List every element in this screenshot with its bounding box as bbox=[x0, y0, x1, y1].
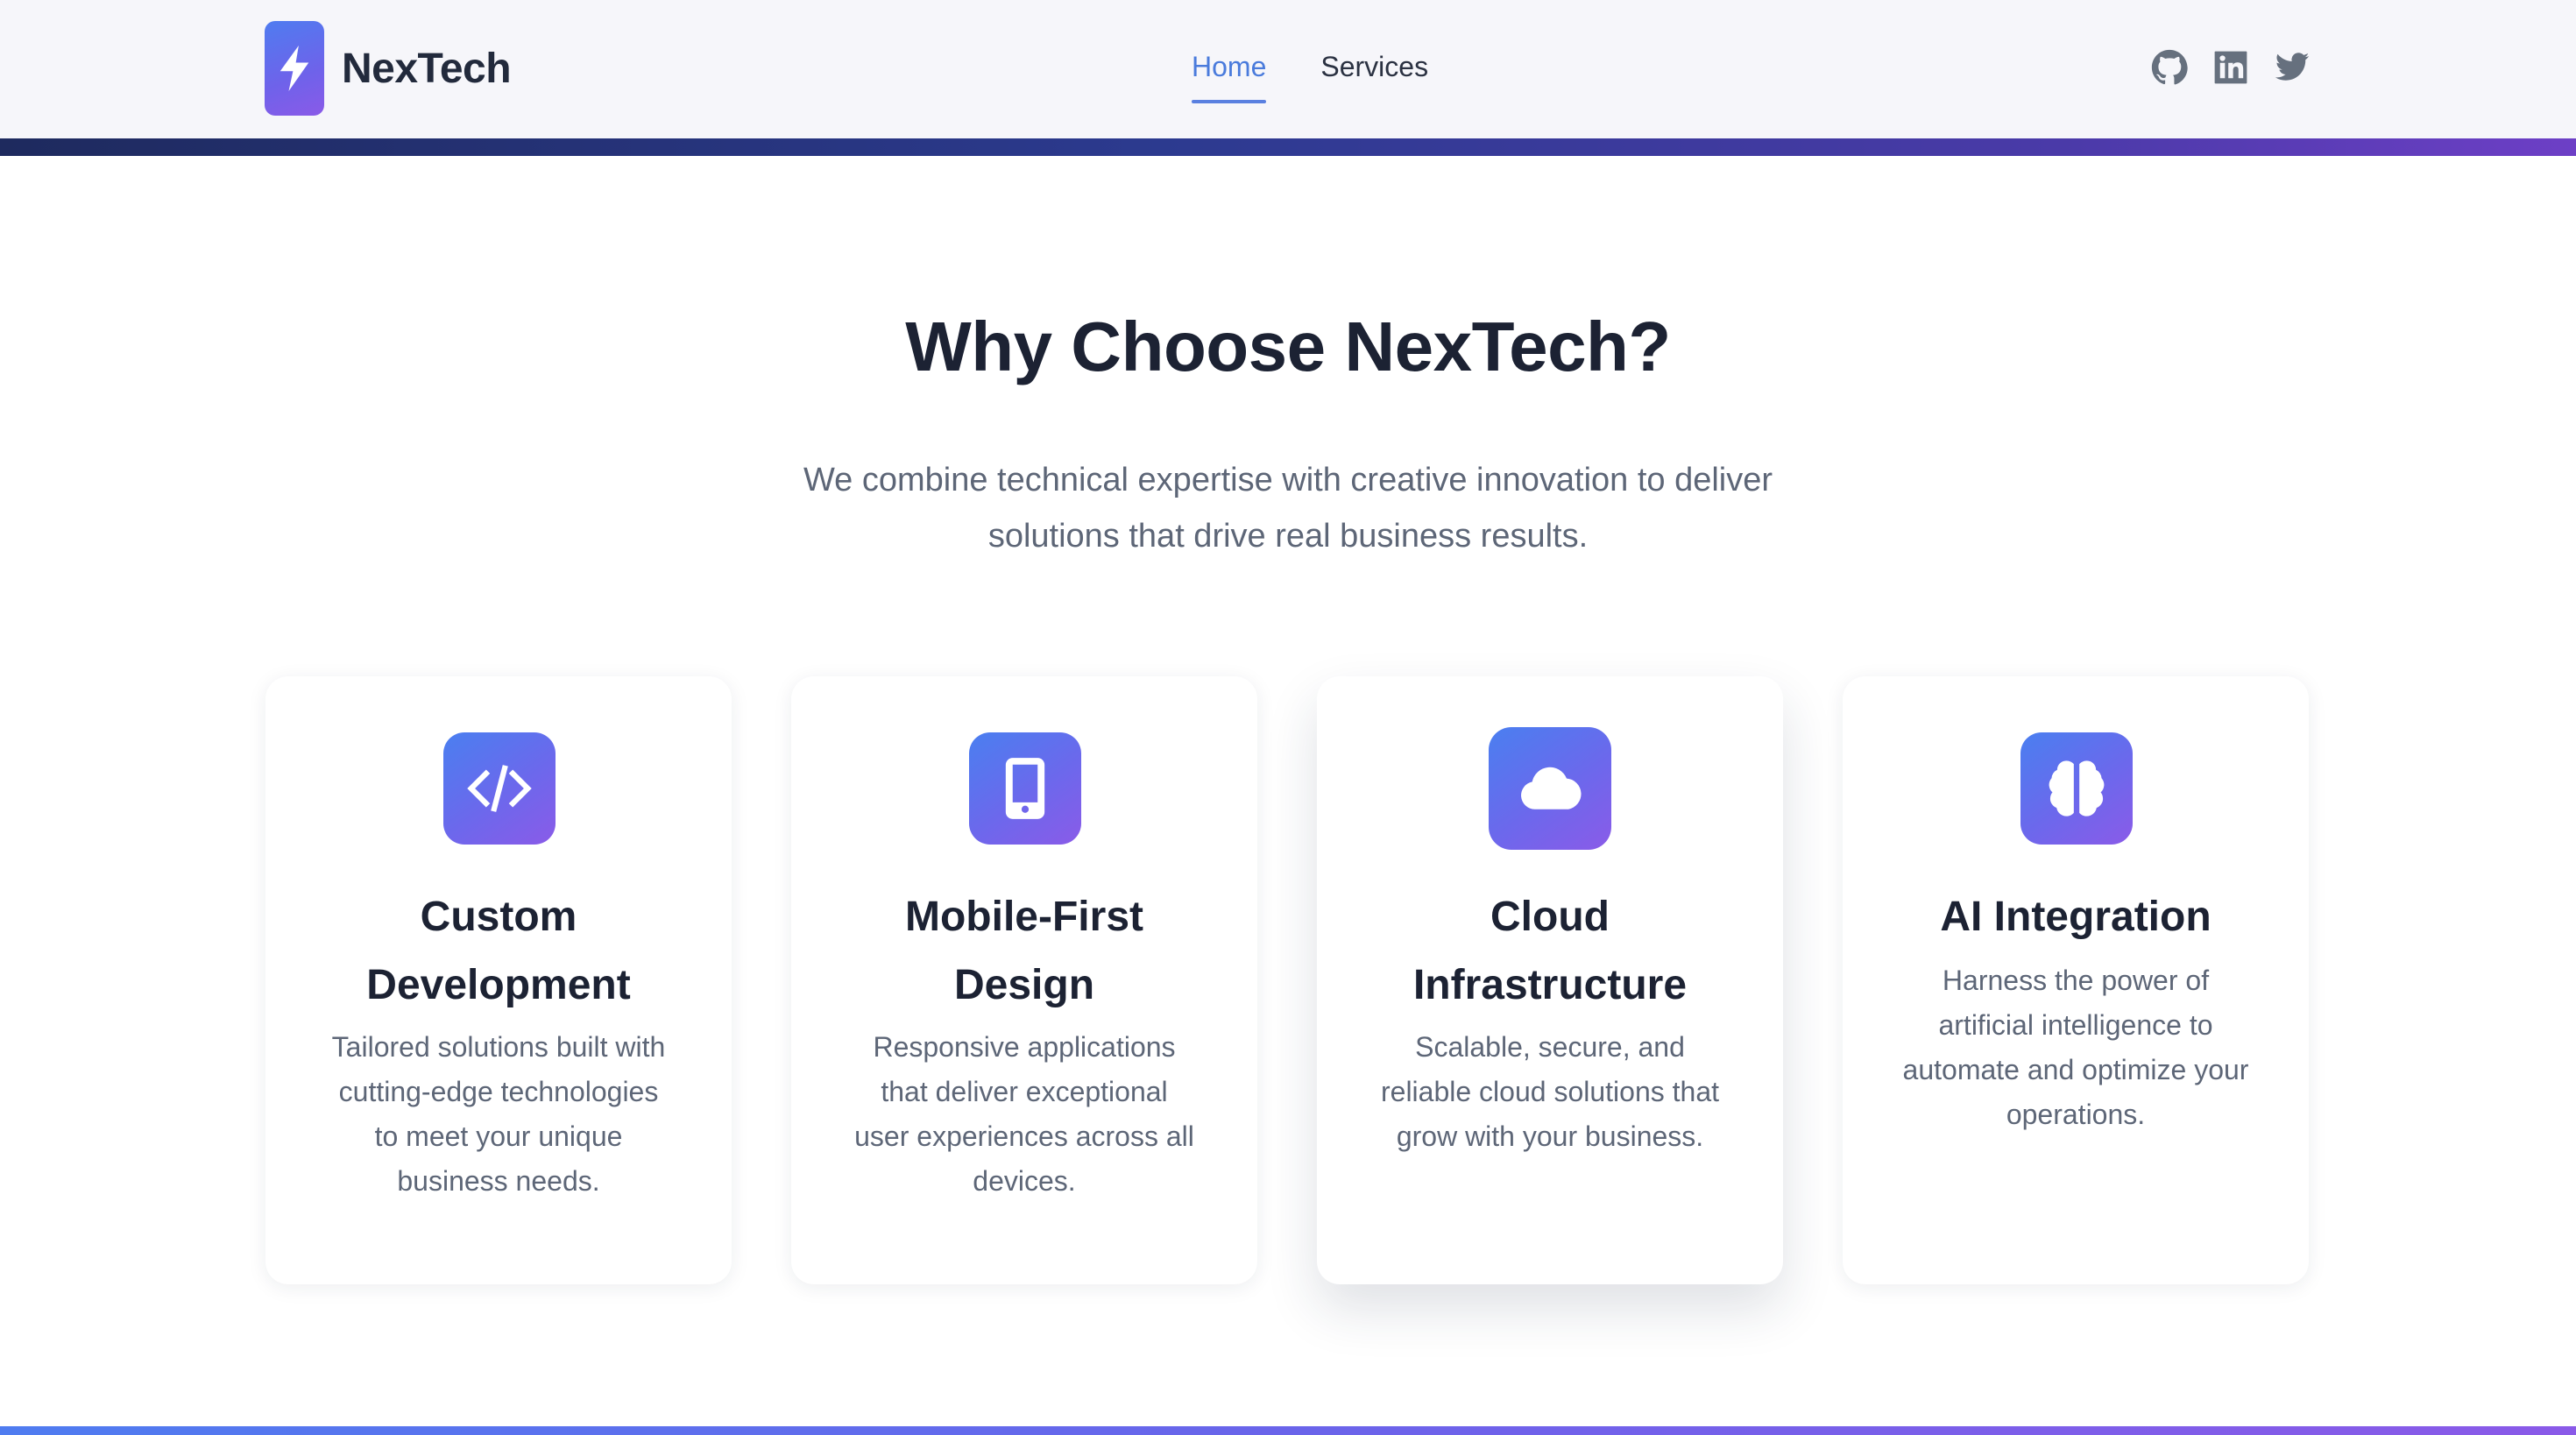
section-title: Why Choose NexTech? bbox=[905, 308, 1671, 385]
social-links bbox=[2151, 47, 2311, 88]
section-subtitle: We combine technical expertise with crea… bbox=[762, 452, 1814, 564]
card-desc-line: automate and optimize your bbox=[1902, 1054, 2249, 1085]
card-title-line: Mobile-First bbox=[905, 894, 1143, 940]
site-header: NexTech Home Services bbox=[0, 0, 2576, 138]
brain-icon bbox=[2020, 732, 2133, 845]
page: NexTech Home Services Why Choose NexTech… bbox=[0, 0, 2576, 1435]
logo[interactable]: NexTech bbox=[265, 20, 512, 117]
card-desc-line: to meet your unique bbox=[374, 1120, 623, 1152]
card-title: AI Integration bbox=[1869, 883, 2282, 951]
code-icon bbox=[443, 732, 556, 845]
subtitle-line-1: We combine technical expertise with crea… bbox=[803, 462, 1773, 498]
card-title: Cloud Infrastructure bbox=[1343, 883, 1757, 1020]
nav-home[interactable]: Home bbox=[1192, 44, 1267, 103]
card-desc-line: cutting-edge technologies bbox=[338, 1076, 659, 1107]
cloud-icon bbox=[1489, 727, 1611, 850]
card-title: Custom Development bbox=[292, 883, 705, 1020]
card-desc-line: Responsive applications bbox=[873, 1031, 1176, 1063]
card-title-line: Development bbox=[366, 962, 631, 1008]
header-accent-bar bbox=[0, 138, 2576, 156]
card-desc-line: business needs. bbox=[397, 1165, 600, 1197]
card-desc-line: grow with your business. bbox=[1396, 1120, 1704, 1152]
feature-card-mobile-first-design[interactable]: Mobile-First Design Responsive applicati… bbox=[791, 676, 1257, 1284]
card-desc-line: Scalable, secure, and bbox=[1415, 1031, 1685, 1063]
card-title-line: Cloud bbox=[1490, 894, 1610, 940]
card-title-line: Custom bbox=[420, 894, 577, 940]
card-desc-line: Tailored solutions built with bbox=[331, 1031, 666, 1063]
logo-text: NexTech bbox=[342, 45, 512, 92]
bolt-icon bbox=[265, 21, 324, 116]
card-desc-line: reliable cloud solutions that bbox=[1380, 1076, 1719, 1107]
card-desc-line: Harness the power of bbox=[1942, 965, 2210, 996]
card-desc-line: devices. bbox=[973, 1165, 1076, 1197]
card-description: Scalable, secure, and reliable cloud sol… bbox=[1369, 1025, 1730, 1159]
card-desc-line: that deliver exceptional bbox=[881, 1076, 1168, 1107]
footer-accent-bar bbox=[0, 1426, 2576, 1435]
github-icon[interactable] bbox=[2151, 49, 2188, 86]
card-description: Tailored solutions built with cutting-ed… bbox=[318, 1025, 679, 1204]
card-desc-line: artificial intelligence to bbox=[1938, 1009, 2213, 1041]
subtitle-line-2: solutions that drive real business resul… bbox=[987, 518, 1589, 555]
card-description: Harness the power of artificial intellig… bbox=[1895, 958, 2256, 1137]
card-title-line: Infrastructure bbox=[1412, 962, 1688, 1008]
linkedin-icon[interactable] bbox=[2212, 49, 2249, 86]
nav-services[interactable]: Services bbox=[1320, 44, 1428, 103]
card-desc-line: operations. bbox=[2006, 1099, 2146, 1130]
main-nav: Home Services bbox=[1192, 44, 1428, 105]
twitter-icon[interactable] bbox=[2274, 49, 2311, 86]
card-description: Responsive applications that deliver exc… bbox=[844, 1025, 1205, 1204]
card-title-line: Design bbox=[953, 962, 1095, 1008]
feature-card-cloud-infrastructure[interactable]: Cloud Infrastructure Scalable, secure, a… bbox=[1317, 676, 1783, 1284]
feature-card-custom-development[interactable]: Custom Development Tailored solutions bu… bbox=[265, 676, 732, 1284]
card-title-line: AI Integration bbox=[1940, 894, 2212, 940]
card-desc-line: user experiences across all bbox=[854, 1120, 1194, 1152]
card-title: Mobile-First Design bbox=[817, 883, 1231, 1020]
mobile-icon bbox=[969, 732, 1081, 845]
feature-card-ai-integration[interactable]: AI Integration Harness the power of arti… bbox=[1843, 676, 2309, 1284]
